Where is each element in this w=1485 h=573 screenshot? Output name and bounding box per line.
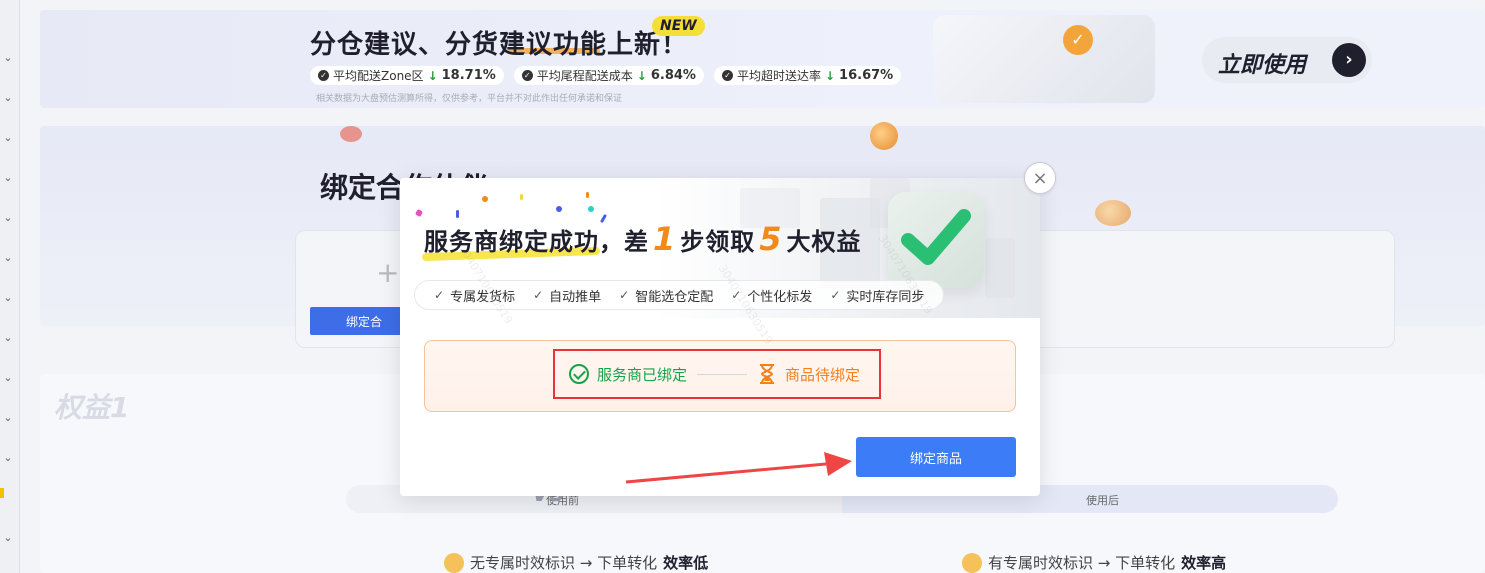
check-icon: ✓ <box>434 288 445 302</box>
title-text: 大权益 <box>786 228 862 256</box>
status-highlight: 服务商已绑定 商品待绑定 <box>553 349 881 399</box>
close-icon[interactable]: × <box>1024 162 1056 194</box>
confetti <box>586 192 589 198</box>
benefit-item: ✓ 专属发货标 <box>425 286 524 305</box>
benefit-label: 个性化标发 <box>747 289 813 305</box>
bind-goods-button[interactable]: 绑定商品 <box>856 437 1016 477</box>
benefit-item: ✓ 自动推单 <box>524 286 610 305</box>
decoration <box>985 238 1015 298</box>
status-goods-pending: 商品待绑定 <box>757 363 860 385</box>
title-number: 5 <box>759 220 783 258</box>
benefit-item: ✓ 智能选仓定配 <box>610 286 722 305</box>
status-label: 商品待绑定 <box>785 365 861 384</box>
bind-status-box: 服务商已绑定 商品待绑定 <box>424 340 1016 412</box>
check-circle-icon <box>569 364 589 384</box>
confetti <box>556 206 562 212</box>
title-text: 步领取 <box>680 228 756 256</box>
title-number: 1 <box>653 220 677 258</box>
annotation-arrow-icon <box>625 452 852 484</box>
benefit-label: 智能选仓定配 <box>635 289 714 305</box>
status-connector <box>697 373 748 375</box>
confetti <box>482 196 488 202</box>
confetti <box>588 206 594 212</box>
check-icon: ✓ <box>533 288 544 302</box>
confetti <box>456 210 459 218</box>
modal-title: 服务商绑定成功，差 1 步领取 5 大权益 <box>424 220 862 258</box>
benefit-label: 自动推单 <box>549 289 602 305</box>
check-icon: ✓ <box>830 288 841 302</box>
confetti <box>520 194 523 200</box>
hourglass-icon <box>760 364 775 384</box>
status-label: 服务商已绑定 <box>597 365 688 384</box>
check-icon: ✓ <box>619 288 630 302</box>
confetti <box>414 208 424 218</box>
status-partner-bound: 服务商已绑定 <box>569 364 687 385</box>
